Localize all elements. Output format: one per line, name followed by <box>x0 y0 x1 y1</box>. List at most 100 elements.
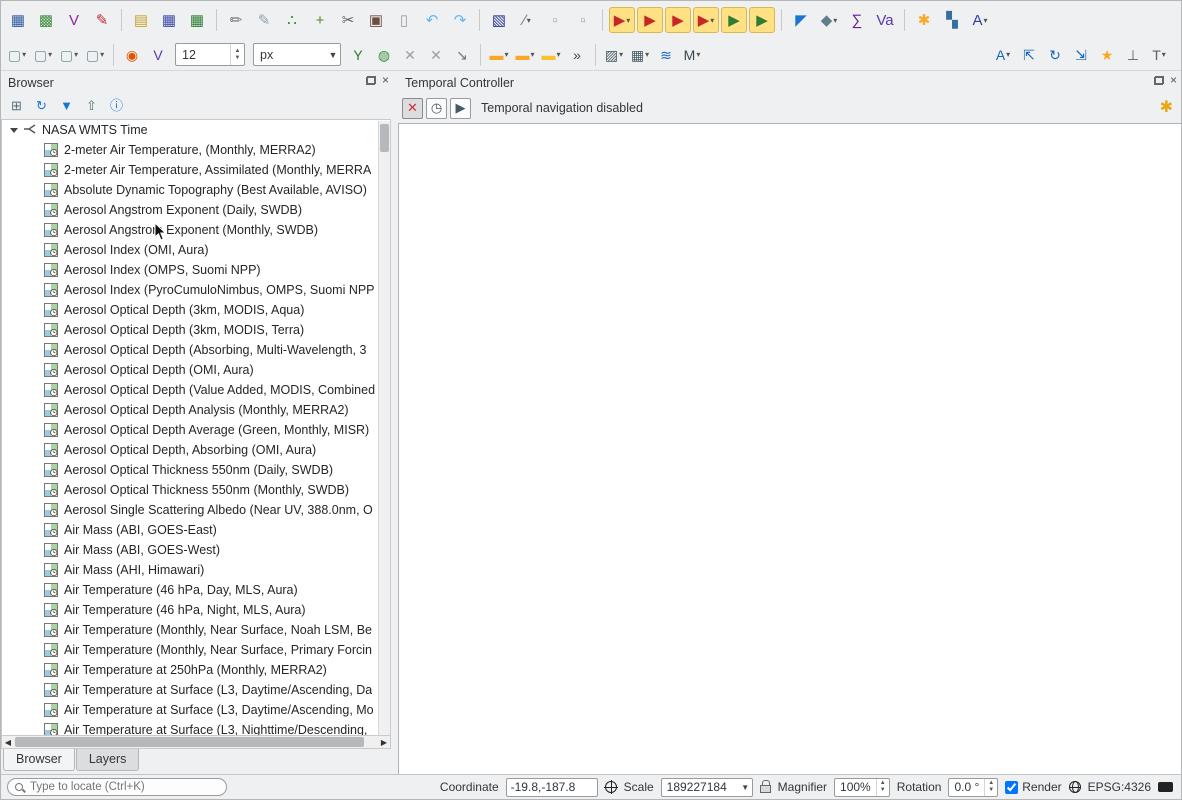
expander-icon[interactable] <box>10 127 18 133</box>
tree-item[interactable]: Air Mass (AHI, Himawari) <box>2 560 390 580</box>
tree-item[interactable]: Aerosol Optical Depth (Value Added, MODI… <box>2 380 390 400</box>
processing-toolbox-icon[interactable]: ✱ <box>911 7 937 33</box>
world-layer-icon[interactable]: ◍ <box>372 43 396 67</box>
tree-item[interactable]: Air Temperature at Surface (L3, Daytime/… <box>2 680 390 700</box>
lock-scale-icon[interactable] <box>759 780 771 793</box>
rotation-spinbox[interactable]: 0.0 ° ▲ ▼ <box>948 777 999 797</box>
tree-item[interactable]: Aerosol Optical Depth Analysis (Monthly,… <box>2 400 390 420</box>
attribute-table-icon[interactable]: ▦ <box>156 7 182 33</box>
rotation-spin-arrows[interactable]: ▲ ▼ <box>984 778 997 796</box>
tree-item[interactable]: Air Temperature (46 hPa, Day, MLS, Aura) <box>2 580 390 600</box>
clear-format-icon[interactable]: ✕ <box>398 43 422 67</box>
messages-icon[interactable] <box>1158 782 1173 792</box>
tree-item[interactable]: Air Temperature (Monthly, Near Surface, … <box>2 620 390 640</box>
tree-item[interactable]: Aerosol Optical Depth (3km, MODIS, Aqua) <box>2 300 390 320</box>
dock-tab-browser[interactable]: Browser <box>3 749 75 771</box>
invert-selection-icon[interactable]: ▶ <box>721 7 747 33</box>
undo-icon[interactable]: ↶ <box>419 7 445 33</box>
add-point-feature-icon[interactable]: ∴ <box>279 7 305 33</box>
move-feature-icon[interactable]: ▣ <box>363 7 389 33</box>
run-feature-action-icon[interactable]: ◆ ▾ <box>816 7 842 33</box>
statistical-summary-icon[interactable]: ∑ <box>844 7 870 33</box>
text-format-icon[interactable]: T ▾ <box>1147 43 1171 67</box>
tree-item[interactable]: Air Mass (ABI, GOES-East) <box>2 520 390 540</box>
layer-visibility-icon[interactable]: ▢ ▾ <box>83 43 107 67</box>
toggle-editing-icon[interactable]: ✏ <box>223 7 249 33</box>
layout-manager-icon[interactable]: ▤ <box>128 7 154 33</box>
toolbar-extension-icon[interactable]: » <box>565 43 589 67</box>
add-selected-layers-icon[interactable]: ⊞ <box>7 96 26 115</box>
mesh-time-icon[interactable]: ≋ <box>654 43 678 67</box>
layer-diagram-icon[interactable]: ▬ ▾ <box>513 43 537 67</box>
select-features-icon[interactable]: ▶ ▾ <box>609 7 635 33</box>
tree-item[interactable]: Aerosol Optical Depth (Absorbing, Multi-… <box>2 340 390 360</box>
vertical-scrollbar-thumb[interactable] <box>380 124 389 152</box>
select-all-icon[interactable]: ▶ ▾ <box>693 7 719 33</box>
font-size-spin-arrows[interactable]: ▲ ▼ <box>230 44 244 65</box>
offset-icon[interactable]: ↘ <box>450 43 474 67</box>
highlight-pinned-labels-icon[interactable]: ◉ <box>120 43 144 67</box>
new-geopackage-layer-icon[interactable]: V <box>61 7 87 33</box>
tree-item[interactable]: Aerosol Optical Depth Average (Green, Mo… <box>2 420 390 440</box>
label-toolbar-icon[interactable]: A ▾ <box>991 43 1015 67</box>
tree-item[interactable]: Air Temperature (46 hPa, Night, MLS, Aur… <box>2 600 390 620</box>
label-font-icon[interactable]: V <box>146 43 170 67</box>
magnifier-spin-arrows[interactable]: ▲ ▼ <box>875 778 889 796</box>
annotation-icon[interactable]: A ▾ <box>967 7 993 33</box>
crs-label[interactable]: EPSG:4326 <box>1088 780 1151 794</box>
tree-root-nasa-wmts-time[interactable]: NASA WMTS Time <box>2 120 390 140</box>
vertical-scrollbar[interactable] <box>378 121 390 735</box>
tree-item[interactable]: Aerosol Optical Thickness 550nm (Daily, … <box>2 460 390 480</box>
rotate-label-icon[interactable]: ↻ <box>1043 43 1067 67</box>
mesh-calculator-icon[interactable]: ▨ ▾ <box>602 43 626 67</box>
measure-icon[interactable]: ∕ ▾ <box>514 7 540 33</box>
locator-input[interactable] <box>28 780 219 794</box>
render-checkbox[interactable] <box>1005 780 1019 794</box>
redo-icon[interactable]: ↷ <box>447 7 473 33</box>
horizontal-scrollbar-thumb[interactable] <box>15 737 364 747</box>
animated-navigation-button[interactable]: ▶ <box>450 97 471 119</box>
copy-style-icon[interactable]: ▢ ▾ <box>31 43 55 67</box>
dock-tab-layers[interactable]: Layers <box>75 749 140 771</box>
coordinate-input[interactable] <box>505 777 598 797</box>
tree-item[interactable]: Air Mass (ABI, GOES-West) <box>2 540 390 560</box>
tree-item[interactable]: 2-meter Air Temperature, (Monthly, MERRA… <box>2 140 390 160</box>
font-unit-combo[interactable]: px ▼ <box>253 43 341 66</box>
undock-panel-icon[interactable] <box>365 75 376 85</box>
temporal-settings-icon[interactable]: ✱ <box>1160 97 1173 117</box>
tree-item[interactable]: Air Temperature at Surface (L3, Nighttim… <box>2 720 390 735</box>
labeling-icon[interactable]: Va <box>872 7 898 33</box>
collapse-all-icon[interactable]: ⇧ <box>82 96 101 115</box>
field-calculator-icon[interactable]: ▦ <box>184 7 210 33</box>
layer-labeling-icon[interactable]: ▬ ▾ <box>487 43 511 67</box>
tree-item[interactable]: Air Temperature at Surface (L3, Daytime/… <box>2 700 390 720</box>
mesh-options-icon[interactable]: ▦ ▾ <box>628 43 652 67</box>
change-label-icon[interactable]: ⇲ <box>1069 43 1093 67</box>
close-panel-icon[interactable]: × <box>382 74 389 86</box>
font-size-spinbox[interactable]: 12 ▲ ▼ <box>175 43 245 66</box>
filter-browser-icon[interactable]: ▼ <box>57 96 76 115</box>
style-manager-icon[interactable]: ▩ <box>33 7 59 33</box>
tree-item[interactable]: Aerosol Optical Depth (OMI, Aura) <box>2 360 390 380</box>
zoom-in-icon[interactable]: ▫ <box>542 7 568 33</box>
scroll-left-icon[interactable]: ◀ <box>2 738 14 747</box>
tree-item[interactable]: Aerosol Index (OMPS, Suomi NPP) <box>2 260 390 280</box>
snapping-toggle-icon[interactable]: ⊥ <box>1121 43 1145 67</box>
pin-unpin-labels-icon[interactable]: ▬ ▾ <box>539 43 563 67</box>
magnifier-spinbox[interactable]: 100% ▲ ▼ <box>834 777 890 797</box>
tree-item[interactable]: Aerosol Optical Depth, Absorbing (OMI, A… <box>2 440 390 460</box>
save-edits-icon[interactable]: ✎ <box>251 7 277 33</box>
tree-item[interactable]: Aerosol Optical Thickness 550nm (Monthly… <box>2 480 390 500</box>
tree-item[interactable]: Aerosol Index (OMI, Aura) <box>2 240 390 260</box>
properties-widget-icon[interactable]: ⓘ <box>107 96 126 115</box>
tree-item[interactable]: Air Temperature at 250hPa (Monthly, MERR… <box>2 660 390 680</box>
temporal-navigation-off-button[interactable]: ✕ <box>402 97 423 119</box>
tree-item[interactable]: Aerosol Angstrom Exponent (Daily, SWDB) <box>2 200 390 220</box>
remove-item-icon[interactable]: ✕ <box>424 43 448 67</box>
tree-item[interactable]: Aerosol Index (PyroCumuloNimbus, OMPS, S… <box>2 280 390 300</box>
toggle-extents-icon[interactable] <box>603 780 618 794</box>
horizontal-scrollbar[interactable]: ◀ ▶ <box>1 735 391 749</box>
tree-item[interactable]: Air Temperature (Monthly, Near Surface, … <box>2 640 390 660</box>
callout-icon[interactable]: Y <box>346 43 370 67</box>
new-shapefile-layer-icon[interactable]: ✎ <box>89 7 115 33</box>
